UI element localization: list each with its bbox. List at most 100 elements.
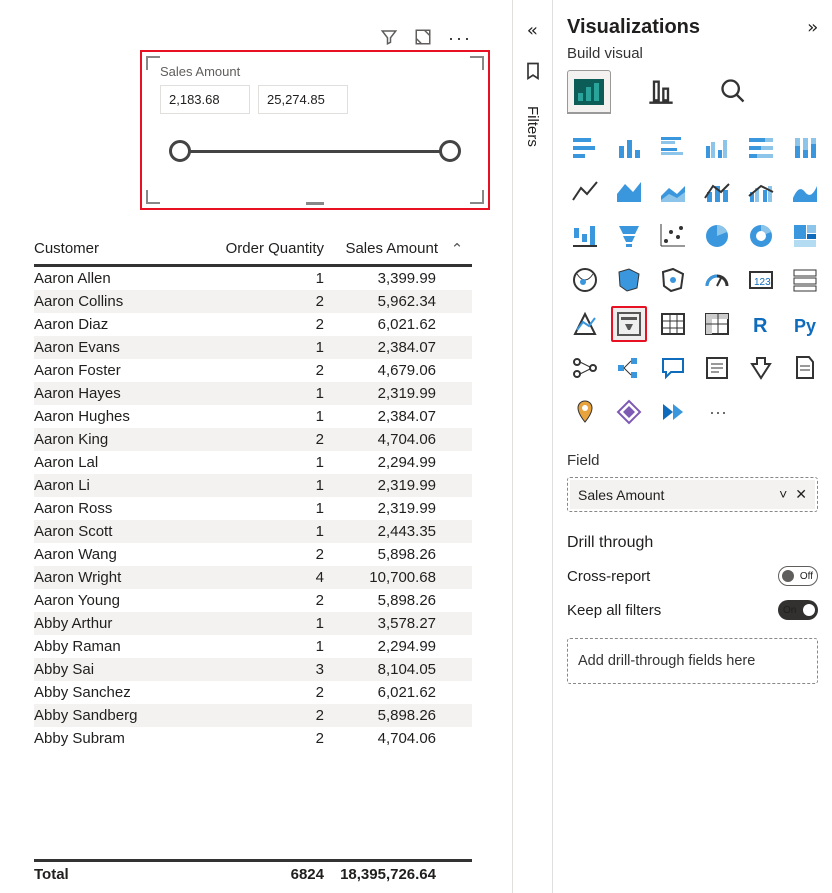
funnel-icon[interactable] — [380, 28, 398, 51]
more-icon[interactable]: ··· — [448, 28, 472, 51]
expand-caret-icon[interactable]: ⌃ — [442, 240, 472, 258]
analytics-tab[interactable] — [711, 70, 755, 114]
decomposition-tree-icon[interactable] — [611, 350, 647, 386]
table-row[interactable]: Aaron Scott12,443.35 — [34, 520, 472, 543]
slicer-max-input[interactable] — [258, 85, 348, 114]
format-visual-tab[interactable] — [639, 70, 683, 114]
table-row[interactable]: Aaron Li12,319.99 — [34, 474, 472, 497]
table-row[interactable]: Aaron Wright410,700.68 — [34, 566, 472, 589]
slicer-handle-min[interactable] — [169, 140, 191, 162]
donut-chart-icon[interactable] — [743, 218, 779, 254]
table-row[interactable]: Abby Sandberg25,898.26 — [34, 704, 472, 727]
smart-narrative-icon[interactable] — [699, 350, 735, 386]
table-row[interactable]: Aaron Hughes12,384.07 — [34, 405, 472, 428]
table-row[interactable]: Aaron King24,704.06 — [34, 428, 472, 451]
qna-icon[interactable] — [655, 350, 691, 386]
focus-icon[interactable] — [414, 28, 432, 51]
scatter-chart-icon[interactable] — [655, 218, 691, 254]
table-row[interactable]: Abby Arthur13,578.27 — [34, 612, 472, 635]
slicer-min-input[interactable] — [160, 85, 250, 114]
table-row[interactable]: Aaron Evans12,384.07 — [34, 336, 472, 359]
cross-report-toggle[interactable]: Off — [778, 566, 818, 586]
paginated-report-icon[interactable] — [787, 350, 823, 386]
card-icon[interactable]: 123 — [743, 262, 779, 298]
funnel-chart-icon[interactable] — [611, 218, 647, 254]
pie-chart-icon[interactable] — [699, 218, 735, 254]
r-visual-icon[interactable]: R — [743, 306, 779, 342]
table-row[interactable]: Aaron Lal12,294.99 — [34, 451, 472, 474]
selection-handle-br[interactable] — [470, 190, 484, 204]
line-stacked-column-icon[interactable] — [699, 174, 735, 210]
slicer-visual[interactable]: Sales Amount — [140, 50, 490, 210]
cell-sales: 5,898.26 — [324, 592, 442, 609]
table-row[interactable]: Aaron Foster24,679.06 — [34, 359, 472, 382]
arcgis-icon[interactable] — [567, 394, 603, 430]
table-row[interactable]: Aaron Wang25,898.26 — [34, 543, 472, 566]
selection-handle-tr[interactable] — [470, 56, 484, 70]
power-apps-icon[interactable] — [611, 394, 647, 430]
area-chart-icon[interactable] — [611, 174, 647, 210]
filled-map-icon[interactable] — [611, 262, 647, 298]
slicer-icon[interactable] — [611, 306, 647, 342]
cell-customer: Aaron Hughes — [34, 408, 204, 425]
table-row[interactable]: Aaron Diaz26,021.62 — [34, 313, 472, 336]
chevron-down-icon[interactable]: ˅ — [779, 486, 787, 503]
collapse-left-icon[interactable]: « — [527, 20, 538, 41]
clustered-bar-icon[interactable] — [655, 130, 691, 166]
cell-qty: 2 — [204, 362, 324, 379]
cell-customer: Aaron Scott — [34, 523, 204, 540]
slicer-handle-max[interactable] — [439, 140, 461, 162]
table-visual[interactable]: Customer Order Quantity Sales Amount ⌃ A… — [34, 240, 472, 883]
keep-filters-toggle[interactable]: On — [778, 600, 818, 620]
selection-handle-tl[interactable] — [146, 56, 160, 70]
table-row[interactable]: Aaron Young25,898.26 — [34, 589, 472, 612]
filters-pane-collapsed[interactable]: « Filters — [512, 0, 552, 893]
col-header-qty[interactable]: Order Quantity — [204, 240, 324, 258]
key-influencers-icon[interactable] — [567, 350, 603, 386]
expand-right-icon[interactable]: » — [807, 17, 818, 38]
waterfall-icon[interactable] — [567, 218, 603, 254]
slicer-track[interactable] — [180, 138, 450, 168]
table-icon[interactable] — [655, 306, 691, 342]
table-row[interactable]: Aaron Allen13,399.99 — [34, 267, 472, 290]
bookmark-icon[interactable] — [523, 61, 543, 86]
map-icon[interactable] — [567, 262, 603, 298]
table-row[interactable]: Aaron Ross12,319.99 — [34, 497, 472, 520]
line-chart-icon[interactable] — [567, 174, 603, 210]
python-visual-icon[interactable]: Py — [787, 306, 823, 342]
stacked-area-icon[interactable] — [655, 174, 691, 210]
table-row[interactable]: Abby Sai38,104.05 — [34, 658, 472, 681]
table-row[interactable]: Abby Sanchez26,021.62 — [34, 681, 472, 704]
100-stacked-bar-icon[interactable] — [743, 130, 779, 166]
treemap-icon[interactable] — [787, 218, 823, 254]
cell-sales: 2,384.07 — [324, 339, 442, 356]
table-row[interactable]: Abby Subram24,704.06 — [34, 727, 472, 750]
col-header-customer[interactable]: Customer — [34, 240, 204, 258]
field-well[interactable]: Sales Amount ˅ ✕ — [567, 477, 818, 512]
100-stacked-column-icon[interactable] — [787, 130, 823, 166]
kpi-icon[interactable] — [567, 306, 603, 342]
table-row[interactable]: Abby Raman12,294.99 — [34, 635, 472, 658]
gauge-icon[interactable] — [699, 262, 735, 298]
get-more-visuals-icon[interactable]: ··· — [699, 394, 735, 430]
selection-handle-bl[interactable] — [146, 190, 160, 204]
ribbon-chart-icon[interactable] — [787, 174, 823, 210]
col-header-sales[interactable]: Sales Amount — [324, 240, 442, 258]
power-automate-icon[interactable] — [655, 394, 691, 430]
stacked-column-icon[interactable] — [611, 130, 647, 166]
table-row[interactable]: Aaron Collins25,962.34 — [34, 290, 472, 313]
field-chip[interactable]: Sales Amount ˅ ✕ — [570, 480, 815, 509]
matrix-icon[interactable] — [699, 306, 735, 342]
table-row[interactable]: Aaron Hayes12,319.99 — [34, 382, 472, 405]
goals-icon[interactable] — [743, 350, 779, 386]
clustered-column-icon[interactable] — [699, 130, 735, 166]
multi-row-card-icon[interactable] — [787, 262, 823, 298]
remove-field-icon[interactable]: ✕ — [795, 486, 807, 503]
build-visual-tab[interactable] — [567, 70, 611, 114]
shape-map-icon[interactable] — [655, 262, 691, 298]
stacked-bar-icon[interactable] — [567, 130, 603, 166]
drill-through-dropzone[interactable]: Add drill-through fields here — [567, 638, 818, 684]
line-clustered-column-icon[interactable] — [743, 174, 779, 210]
selection-handle-bottom[interactable] — [306, 202, 324, 205]
cell-qty: 4 — [204, 569, 324, 586]
